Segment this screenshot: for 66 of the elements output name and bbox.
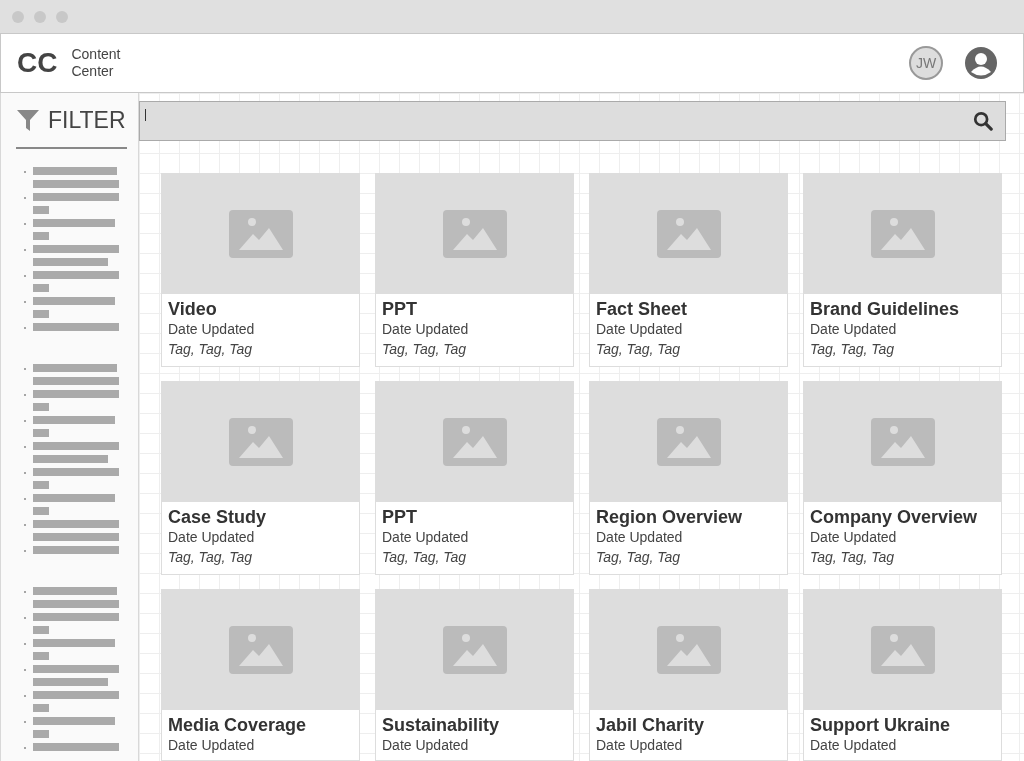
card-date: Date Updated [596, 320, 684, 338]
search-field[interactable] [139, 101, 1006, 141]
card-title: Video [168, 299, 218, 320]
content-card[interactable]: Brand Guidelines Date Updated Tag, Tag, Tag [803, 173, 1002, 367]
content-card[interactable]: Jabil Charity Date Updated [589, 589, 788, 761]
card-date: Date Updated [596, 528, 684, 546]
window-control[interactable] [56, 10, 68, 23]
card-date: Date Updated [810, 320, 898, 338]
content-card[interactable]: PPT Date Updated Tag, Tag, Tag [375, 381, 574, 575]
card-tags: Tag, Tag, Tag [168, 338, 353, 360]
card-date: Date Updated [810, 528, 898, 546]
content-card[interactable]: Support Ukraine Date Updated [803, 589, 1002, 761]
card-date: Date Updated [382, 736, 470, 754]
card-title: Fact Sheet [596, 299, 689, 320]
content-card[interactable]: Video Date Updated Tag, Tag, Tag [161, 173, 360, 367]
card-date: Date Updated [168, 736, 256, 754]
content-card[interactable]: Sustainability Date Updated [375, 589, 574, 761]
card-date: Date Updated [168, 320, 256, 338]
content-card[interactable]: PPT Date Updated Tag, Tag, Tag [375, 173, 574, 367]
card-date: Date Updated [382, 528, 470, 546]
card-title: Support Ukraine [810, 715, 952, 736]
content-card[interactable]: Fact Sheet Date Updated Tag, Tag, Tag [589, 173, 788, 367]
user-icon[interactable] [965, 47, 997, 79]
content-card[interactable]: Company Overview Date Updated Tag, Tag, Tag [803, 381, 1002, 575]
card-title: Region Overview [596, 507, 744, 528]
logo: CC [17, 47, 58, 79]
card-date: Date Updated [168, 528, 256, 546]
card-tags: Tag, Tag, Tag [596, 546, 781, 568]
image-placeholder-icon [442, 418, 507, 466]
window-control[interactable] [34, 10, 46, 23]
content-card[interactable]: Case Study Date Updated Tag, Tag, Tag [161, 381, 360, 575]
image-placeholder-icon [870, 210, 935, 258]
image-placeholder-icon [228, 626, 293, 674]
card-title: Media Coverage [168, 715, 308, 736]
card-title: Jabil Charity [596, 715, 706, 736]
card-date: Date Updated [382, 320, 470, 338]
card-tags: Tag, Tag, Tag [382, 338, 567, 360]
image-placeholder-icon [442, 210, 507, 258]
card-title: PPT [382, 299, 418, 320]
card-title: Brand Guidelines [810, 299, 961, 320]
card-title: Company Overview [810, 507, 979, 528]
card-title: PPT [382, 507, 418, 528]
card-tags: Tag, Tag, Tag [596, 338, 781, 360]
content-card[interactable]: Region Overview Date Updated Tag, Tag, Tag [589, 381, 788, 575]
image-placeholder-icon [656, 418, 721, 466]
card-tags: Tag, Tag, Tag [810, 546, 995, 568]
image-placeholder-icon [228, 210, 293, 258]
image-placeholder-icon [228, 418, 293, 466]
image-placeholder-icon [442, 626, 507, 674]
image-placeholder-icon [870, 626, 935, 674]
card-tags: Tag, Tag, Tag [168, 546, 353, 568]
app-name: Content Center [71, 46, 122, 80]
image-placeholder-icon [870, 418, 935, 466]
card-tags: Tag, Tag, Tag [382, 546, 567, 568]
filter-title: FILTER [48, 106, 126, 134]
card-title: Sustainability [382, 715, 501, 736]
card-date: Date Updated [596, 736, 684, 754]
card-title: Case Study [168, 507, 268, 528]
window-control[interactable] [12, 10, 24, 23]
filter-icon[interactable] [16, 108, 40, 132]
search-icon[interactable] [973, 111, 993, 131]
card-date: Date Updated [810, 736, 898, 754]
content-card[interactable]: Media Coverage Date Updated [161, 589, 360, 761]
image-placeholder-icon [656, 210, 721, 258]
image-placeholder-icon [656, 626, 721, 674]
card-tags: Tag, Tag, Tag [810, 338, 995, 360]
